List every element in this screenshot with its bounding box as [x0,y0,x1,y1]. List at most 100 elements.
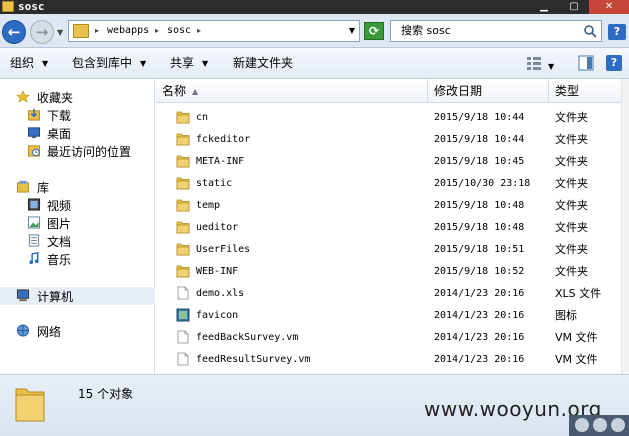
file-type: 文件夹 [555,155,588,168]
image-icon [176,308,190,322]
include-library-button[interactable]: 包含到库中 ▼ [72,56,146,71]
nav-item-downloads[interactable]: 下载 [47,108,71,124]
view-options-icon[interactable] [526,55,542,71]
file-type: 文件夹 [555,177,588,190]
file-type: 文件夹 [555,133,588,146]
file-modified-date: 2014/1/23 20:16 [434,354,525,365]
close-button[interactable]: ✕ [589,0,629,14]
sort-ascending-icon: ▲ [192,87,199,96]
file-modified-date: 2015/9/18 10:48 [434,222,525,233]
nav-item-documents[interactable]: 文档 [47,234,71,250]
file-name: static [196,178,233,189]
vertical-scrollbar[interactable] [621,79,629,374]
chevron-right-icon[interactable]: ▸ [155,24,159,38]
maximize-button[interactable]: ▢ [559,0,589,14]
chevron-right-icon[interactable]: ▸ [197,24,201,38]
table-row[interactable]: static 2015/10/30 23:18 文件夹 [156,173,629,195]
file-modified-date: 2015/9/18 10:48 [434,200,525,211]
file-list: 名称 ▲ 修改日期 类型 cn 2015/9/18 10:44 文件夹 fckedito… [156,79,629,374]
chevron-down-icon[interactable]: ▼ [548,59,554,74]
tray-status-icon[interactable] [593,418,607,432]
file-name: cn [196,112,209,123]
table-row[interactable]: META-INF 2015/9/18 10:45 文件夹 [156,151,629,173]
help-icon[interactable]: ? [608,24,626,40]
file-name: demo.xls [196,288,245,299]
chevron-down-icon: ▼ [140,59,147,68]
nav-item-desktop[interactable]: 桌面 [47,126,71,142]
chevron-down-icon: ▼ [42,59,49,68]
search-icon [584,25,597,38]
navigation-pane: 收藏夹 下载 桌面 最近访问的位置 库 视频 图片 文档 音乐 计算机 网络 [0,79,155,374]
file-name: fckeditor [196,134,251,145]
nav-item-recent[interactable]: 最近访问的位置 [47,144,131,160]
file-type: VM 文件 [555,331,598,344]
table-row[interactable]: ueditor 2015/9/18 10:48 文件夹 [156,217,629,239]
back-button[interactable]: ← [2,20,26,44]
column-header-name[interactable]: 名称 ▲ [156,79,428,103]
file-type: XLS 文件 [555,287,602,300]
file-modified-date: 2014/1/23 20:16 [434,310,525,321]
file-name: favicon [196,310,239,321]
file-name: META-INF [196,156,245,167]
file-type: 文件夹 [555,199,588,212]
table-row[interactable]: WEB-INF 2015/9/18 10:52 文件夹 [156,261,629,283]
file-type: 文件夹 [555,265,588,278]
file-name: temp [196,200,221,211]
file-icon [177,330,189,344]
breadcrumb-item-sosc[interactable]: sosc [167,24,191,38]
new-folder-button[interactable]: 新建文件夹 [233,56,293,71]
address-bar: ← → ▼ ▸ webapps ▸ sosc ▸ ▼ ⟳ 搜索 sosc ? [0,14,629,48]
organize-button[interactable]: 组织 ▼ [10,56,48,71]
table-row[interactable]: cn 2015/9/18 10:44 文件夹 [156,107,629,129]
nav-item-computer[interactable]: 计算机 [37,289,73,305]
file-modified-date: 2014/1/23 20:16 [434,332,525,343]
computer-icon [16,289,30,302]
file-modified-date: 2014/1/23 20:16 [434,288,525,299]
file-type: 文件夹 [555,243,588,256]
preview-pane-icon[interactable] [578,55,594,71]
breadcrumb[interactable]: ▸ webapps ▸ sosc ▸ ▼ [68,20,360,42]
table-row[interactable]: demo.xls 2014/1/23 20:16 XLS 文件 [156,283,629,305]
window-controls: ▁ ▢ ✕ [529,0,629,14]
file-type: VM 文件 [555,353,598,366]
item-count: 15 个对象 [78,387,134,401]
file-icon [177,352,189,366]
nav-item-music[interactable]: 音乐 [47,252,71,268]
folder-icon [176,111,190,124]
recent-pages-dropdown-icon[interactable]: ▼ [57,28,63,37]
system-tray [569,415,629,436]
table-row[interactable]: favicon 2014/1/23 20:16 图标 [156,305,629,327]
nav-item-videos[interactable]: 视频 [47,198,71,214]
table-row[interactable]: feedBackSurvey.vm 2014/1/23 20:16 VM 文件 [156,327,629,349]
tray-network-icon[interactable] [611,418,625,432]
forward-button[interactable]: → [30,20,54,44]
table-row[interactable]: feedResultSurvey.vm 2014/1/23 20:16 VM 文件 [156,349,629,371]
file-type: 文件夹 [555,221,588,234]
file-name: ueditor [196,222,239,233]
title-bar: sosc ▁ ▢ ✕ [0,0,629,14]
column-header-type[interactable]: 类型 [549,79,629,103]
refresh-button[interactable]: ⟳ [364,22,384,40]
share-button[interactable]: 共享 ▼ [170,56,208,71]
nav-item-network[interactable]: 网络 [37,324,61,340]
help-button[interactable]: ? [606,55,622,71]
tray-help-icon[interactable] [575,418,589,432]
chevron-down-icon[interactable]: ▼ [349,24,355,38]
file-modified-date: 2015/9/18 10:45 [434,156,525,167]
breadcrumb-item-webapps[interactable]: webapps [107,24,149,38]
folder-icon [176,133,190,146]
nav-item-favorites[interactable]: 收藏夹 [37,90,73,106]
table-row[interactable]: temp 2015/9/18 10:48 文件夹 [156,195,629,217]
chevron-right-icon[interactable]: ▸ [95,24,99,38]
nav-item-pictures[interactable]: 图片 [47,216,71,232]
column-header-date[interactable]: 修改日期 [428,79,549,103]
nav-item-libraries[interactable]: 库 [37,180,49,196]
search-input[interactable]: 搜索 sosc [390,20,602,42]
pictures-icon [27,216,41,229]
file-name: feedResultSurvey.vm [196,354,311,365]
table-row[interactable]: fckeditor 2015/9/18 10:44 文件夹 [156,129,629,151]
table-row[interactable]: UserFiles 2015/9/18 10:51 文件夹 [156,239,629,261]
minimize-button[interactable]: ▁ [529,0,559,14]
file-modified-date: 2015/9/18 10:44 [434,112,525,123]
folder-icon [176,265,190,278]
